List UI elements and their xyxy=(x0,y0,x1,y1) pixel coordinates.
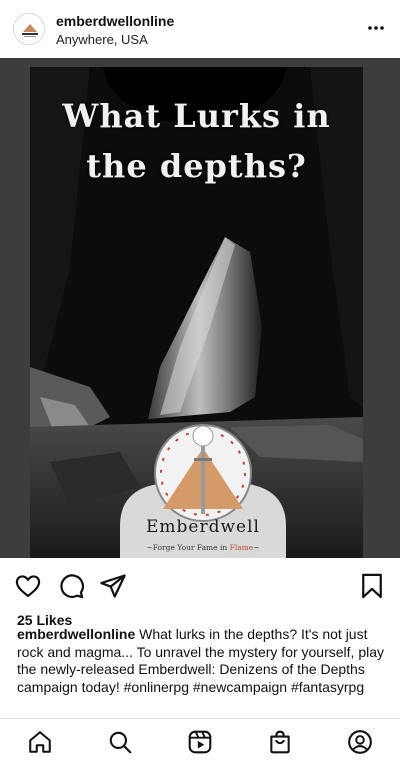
comment-button[interactable] xyxy=(57,572,85,600)
search-icon xyxy=(109,731,132,754)
post-location[interactable]: Anywhere, USA xyxy=(56,32,148,47)
post-username[interactable]: emberdwellonline xyxy=(56,13,174,29)
poster-headline-line2: the depths? xyxy=(86,147,307,185)
reels-icon xyxy=(188,730,212,754)
profile-icon xyxy=(348,730,372,754)
nav-profile[interactable] xyxy=(347,729,373,755)
post-caption: emberdwellonline What lurks in the depth… xyxy=(17,626,389,696)
brand-tagline: ~Forge Your Fame in Flame~ xyxy=(118,543,288,552)
post-image[interactable]: What Lurks in the depths? Emberdwell ~Fo… xyxy=(0,58,400,558)
post-header: emberdwellonline Anywhere, USA xyxy=(0,0,400,58)
campaign-poster: What Lurks in the depths? Emberdwell ~Fo… xyxy=(30,67,363,558)
emberdwell-logo-icon[interactable] xyxy=(13,13,45,45)
send-icon xyxy=(100,574,126,598)
like-button[interactable] xyxy=(14,572,42,600)
bookmark-icon xyxy=(362,573,382,599)
share-button[interactable] xyxy=(99,572,127,600)
comment-icon xyxy=(60,574,84,599)
nav-home[interactable] xyxy=(27,729,53,755)
save-button[interactable] xyxy=(358,572,386,600)
caption-username[interactable]: emberdwellonline xyxy=(17,626,135,642)
tagline-prefix: ~Forge Your Fame in xyxy=(146,543,230,552)
more-horizontal-icon xyxy=(368,26,384,30)
post-actions xyxy=(0,568,400,608)
bottom-navigation xyxy=(0,718,400,763)
tagline-flame: Flame xyxy=(229,543,254,552)
shop-icon xyxy=(270,730,290,754)
nav-reels[interactable] xyxy=(187,729,213,755)
poster-headline-line1: What Lurks in xyxy=(62,97,331,135)
brand-name: Emberdwell xyxy=(146,517,260,537)
tagline-suffix: ~ xyxy=(253,543,260,552)
heart-icon xyxy=(15,575,41,598)
home-icon xyxy=(29,731,51,753)
nav-search[interactable] xyxy=(107,729,133,755)
nav-shop[interactable] xyxy=(267,729,293,755)
more-options-button[interactable] xyxy=(364,16,388,40)
